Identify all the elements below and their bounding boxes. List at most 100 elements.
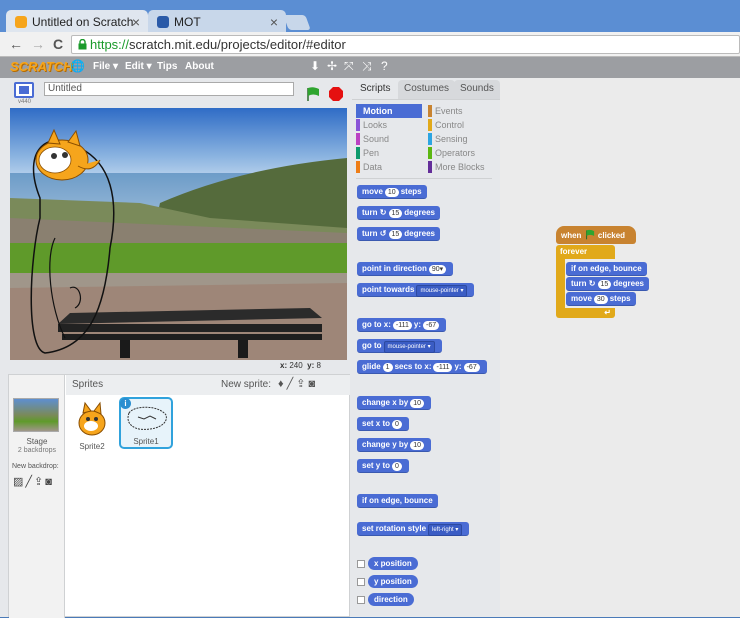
block-input[interactable]: 0 bbox=[392, 462, 402, 471]
block-change-x[interactable]: change x by 10 bbox=[357, 396, 432, 410]
when-flag-clicked-hat-block[interactable]: when clicked bbox=[556, 226, 636, 244]
direction-checkbox[interactable] bbox=[357, 596, 365, 604]
close-tab-icon[interactable]: × bbox=[132, 14, 140, 30]
edit-menu[interactable]: Edit ▾ bbox=[125, 61, 152, 72]
project-title-input[interactable]: Untitled bbox=[44, 82, 294, 96]
camera-sprite-icon[interactable]: ◙ bbox=[308, 378, 318, 390]
block-input[interactable]: 10 bbox=[410, 441, 425, 450]
block-input[interactable]: 15 bbox=[388, 209, 403, 218]
help-icon[interactable]: ? bbox=[381, 59, 388, 73]
tab-untitled-on-scratch[interactable]: Untitled on Scratch × bbox=[6, 10, 148, 34]
paint-sprite-icon[interactable]: ╱ bbox=[287, 378, 297, 390]
forward-icon[interactable]: → bbox=[31, 36, 45, 52]
rotate-ccw-icon: ↺ bbox=[379, 229, 387, 238]
block-turn-cw[interactable]: turn ↻ 15 degrees bbox=[357, 206, 440, 220]
file-menu[interactable]: File ▾ bbox=[93, 61, 118, 72]
forever-block[interactable]: forever bbox=[556, 245, 615, 259]
block-set-x[interactable]: set x to 0 bbox=[357, 417, 409, 431]
choose-backdrop-icon[interactable]: ▨ bbox=[13, 476, 25, 488]
reporter-direction[interactable]: direction bbox=[368, 593, 414, 606]
category-sensing[interactable]: Sensing bbox=[428, 132, 492, 146]
stop-sign-icon[interactable] bbox=[328, 86, 344, 102]
new-tab-button[interactable] bbox=[283, 15, 311, 30]
block-if-on-edge-bounce[interactable]: if on edge, bounce bbox=[357, 494, 438, 508]
coord-x-value: 240 bbox=[289, 361, 303, 370]
category-more-blocks[interactable]: More Blocks bbox=[428, 160, 492, 174]
block-move-steps[interactable]: move 10 steps bbox=[357, 185, 427, 199]
script-area[interactable] bbox=[500, 78, 740, 617]
reload-icon[interactable]: C bbox=[53, 36, 63, 52]
block-input[interactable]: 0 bbox=[392, 420, 402, 429]
script-move-steps[interactable]: move 30 steps bbox=[566, 292, 636, 306]
block-change-y[interactable]: change y by 10 bbox=[357, 438, 432, 452]
block-go-to[interactable]: go to mouse-pointer ▾ bbox=[357, 339, 442, 353]
upload-backdrop-icon[interactable]: ⇪ bbox=[34, 476, 45, 488]
y-position-checkbox[interactable] bbox=[357, 578, 365, 586]
close-tab-icon[interactable]: × bbox=[270, 14, 278, 30]
stage-canvas[interactable] bbox=[10, 108, 347, 360]
grow-tool-icon[interactable]: ⤧ bbox=[344, 59, 354, 74]
category-control[interactable]: Control bbox=[428, 118, 492, 132]
stage-thumbnail[interactable] bbox=[13, 398, 59, 432]
reporter-x-position[interactable]: x position bbox=[368, 557, 418, 570]
about-menu[interactable]: About bbox=[185, 61, 214, 72]
back-icon[interactable]: ← bbox=[9, 36, 23, 52]
block-go-to-xy[interactable]: go to x: -111 y: -67 bbox=[357, 318, 447, 332]
block-point-in-direction[interactable]: point in direction 90▾ bbox=[357, 262, 454, 276]
block-point-towards[interactable]: point towards mouse-pointer ▾ bbox=[357, 283, 475, 297]
category-color-swatch bbox=[356, 161, 360, 173]
block-dropdown[interactable]: mouse-pointer ▾ bbox=[416, 285, 468, 297]
block-set-rotation-style[interactable]: set rotation style left-right ▾ bbox=[357, 522, 470, 536]
tab-costumes[interactable]: Costumes bbox=[398, 80, 456, 99]
block-input[interactable]: 90▾ bbox=[428, 265, 447, 274]
block-input[interactable]: 10 bbox=[410, 399, 425, 408]
block-input[interactable]: -111 bbox=[433, 363, 453, 372]
block-turn-ccw[interactable]: turn ↺ 15 degrees bbox=[357, 227, 440, 241]
paint-backdrop-icon[interactable]: ╱ bbox=[25, 476, 34, 488]
block-input[interactable]: -111 bbox=[392, 321, 412, 330]
block-dropdown[interactable]: left-right ▾ bbox=[428, 524, 463, 536]
globe-icon[interactable]: 🌐 bbox=[70, 59, 85, 73]
sprites-heading: Sprites bbox=[72, 379, 104, 390]
script-turn-degrees[interactable]: turn ↻ 15 degrees bbox=[566, 277, 649, 291]
category-looks[interactable]: Looks bbox=[356, 118, 422, 132]
category-data[interactable]: Data bbox=[356, 160, 422, 174]
category-pen[interactable]: Pen bbox=[356, 146, 422, 160]
duplicate-tool-icon[interactable]: ⬇ bbox=[310, 59, 320, 73]
block-input[interactable]: 30 bbox=[593, 295, 608, 304]
url-field[interactable]: https://scratch.mit.edu/projects/editor/… bbox=[71, 35, 740, 54]
block-glide[interactable]: glide 1 secs to x: -111 y: -67 bbox=[357, 360, 487, 374]
block-input[interactable]: -67 bbox=[423, 321, 440, 330]
camera-backdrop-icon[interactable]: ◙ bbox=[45, 476, 54, 488]
sprite-tile-sprite2[interactable]: Sprite2 bbox=[67, 399, 117, 451]
tab-sounds[interactable]: Sounds bbox=[454, 80, 500, 99]
upload-sprite-icon[interactable]: ⇪ bbox=[296, 378, 308, 390]
block-input[interactable]: 10 bbox=[384, 188, 399, 197]
category-sound[interactable]: Sound bbox=[356, 132, 422, 146]
block-input[interactable]: 1 bbox=[382, 363, 393, 372]
tab-scripts[interactable]: Scripts bbox=[354, 80, 397, 99]
block-dropdown[interactable]: mouse-pointer ▾ bbox=[383, 341, 435, 353]
cut-tool-icon[interactable]: ✢ bbox=[327, 59, 337, 73]
block-set-y[interactable]: set y to 0 bbox=[357, 459, 409, 473]
sprite-tile-sprite1[interactable]: i Sprite1 bbox=[119, 397, 173, 449]
category-color-swatch bbox=[356, 133, 360, 145]
block-input[interactable]: 15 bbox=[597, 280, 612, 289]
scratch-logo[interactable]: SCRATCH bbox=[10, 59, 73, 74]
script-if-on-edge-bounce[interactable]: if on edge, bounce bbox=[566, 262, 647, 276]
shrink-tool-icon[interactable]: ⤨ bbox=[362, 59, 372, 74]
category-motion[interactable]: Motion bbox=[356, 104, 422, 118]
category-operators[interactable]: Operators bbox=[428, 146, 492, 160]
choose-sprite-icon[interactable]: ♦ bbox=[278, 378, 287, 390]
fullscreen-icon[interactable] bbox=[14, 82, 34, 98]
block-input[interactable]: -67 bbox=[463, 363, 480, 372]
tab-mot[interactable]: MOT × bbox=[148, 10, 286, 34]
category-events[interactable]: Events bbox=[428, 104, 492, 118]
address-bar-row: ← → C https://scratch.mit.edu/projects/e… bbox=[0, 32, 740, 57]
stage-label: Stage bbox=[26, 437, 48, 446]
block-input[interactable]: 15 bbox=[388, 230, 403, 239]
reporter-y-position[interactable]: y position bbox=[368, 575, 418, 588]
x-position-checkbox[interactable] bbox=[357, 560, 365, 568]
tips-menu[interactable]: Tips bbox=[157, 61, 177, 72]
green-flag-icon[interactable] bbox=[305, 86, 321, 102]
